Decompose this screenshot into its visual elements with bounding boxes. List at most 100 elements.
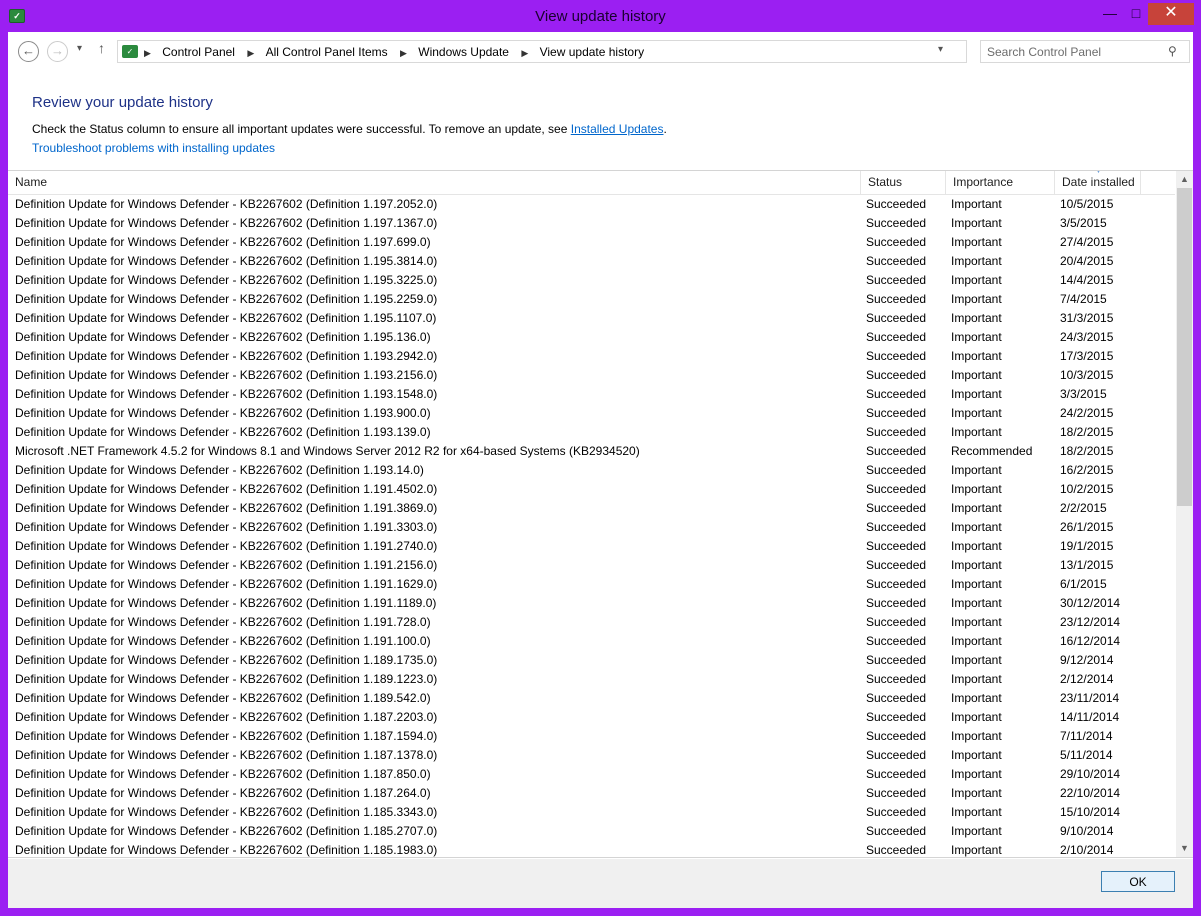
description-text: Check the Status column to ensure all im… xyxy=(32,122,571,136)
table-row[interactable]: Definition Update for Windows Defender -… xyxy=(8,594,1175,613)
table-row[interactable]: Definition Update for Windows Defender -… xyxy=(8,613,1175,632)
scroll-down-icon[interactable]: ▼ xyxy=(1176,840,1193,857)
cell-name: Definition Update for Windows Defender -… xyxy=(15,292,438,306)
cell-importance: Important xyxy=(951,577,1002,591)
table-row[interactable]: Definition Update for Windows Defender -… xyxy=(8,765,1175,784)
cell-date-installed: 14/11/2014 xyxy=(1060,710,1120,724)
cell-status: Succeeded xyxy=(866,710,927,724)
cell-importance: Important xyxy=(951,539,1002,553)
cell-date-installed: 7/11/2014 xyxy=(1060,729,1113,743)
cell-importance: Important xyxy=(951,482,1002,496)
cell-status: Succeeded xyxy=(866,596,927,610)
table-row[interactable]: Definition Update for Windows Defender -… xyxy=(8,366,1175,385)
cell-name: Definition Update for Windows Defender -… xyxy=(15,786,431,800)
table-row[interactable]: Definition Update for Windows Defender -… xyxy=(8,461,1175,480)
search-icon[interactable]: ⚲ xyxy=(1168,44,1177,58)
close-button[interactable]: ✕ xyxy=(1148,3,1194,25)
scroll-up-icon[interactable]: ▲ xyxy=(1176,171,1193,188)
table-row[interactable]: Definition Update for Windows Defender -… xyxy=(8,271,1175,290)
sort-descending-icon: ▼ xyxy=(1095,170,1102,175)
table-row[interactable]: Definition Update for Windows Defender -… xyxy=(8,404,1175,423)
control-panel-icon: ✓ xyxy=(122,45,138,58)
table-row[interactable]: Definition Update for Windows Defender -… xyxy=(8,347,1175,366)
cell-importance: Important xyxy=(951,368,1002,382)
table-row[interactable]: Definition Update for Windows Defender -… xyxy=(8,784,1175,803)
forward-button[interactable]: → xyxy=(47,41,68,62)
cell-date-installed: 18/2/2015 xyxy=(1060,444,1114,458)
up-button[interactable]: ↑ xyxy=(98,40,105,56)
column-header-status[interactable]: Status xyxy=(861,171,946,194)
table-row[interactable]: Definition Update for Windows Defender -… xyxy=(8,290,1175,309)
maximize-button[interactable]: □ xyxy=(1124,3,1148,25)
table-row[interactable]: Definition Update for Windows Defender -… xyxy=(8,556,1175,575)
chevron-right-icon[interactable]: ▶ xyxy=(144,45,151,61)
cell-status: Succeeded xyxy=(866,482,927,496)
table-row[interactable]: Definition Update for Windows Defender -… xyxy=(8,385,1175,404)
cell-importance: Important xyxy=(951,596,1002,610)
table-row[interactable]: Definition Update for Windows Defender -… xyxy=(8,423,1175,442)
cell-status: Succeeded xyxy=(866,577,927,591)
cell-date-installed: 3/5/2015 xyxy=(1060,216,1107,230)
breadcrumb-windows-update[interactable]: Windows Update xyxy=(418,44,509,60)
vertical-scrollbar[interactable]: ▲ ▼ xyxy=(1176,171,1193,857)
table-row[interactable]: Definition Update for Windows Defender -… xyxy=(8,689,1175,708)
table-row[interactable]: Definition Update for Windows Defender -… xyxy=(8,746,1175,765)
scroll-thumb[interactable] xyxy=(1177,188,1192,506)
table-row[interactable]: Definition Update for Windows Defender -… xyxy=(8,822,1175,841)
cell-importance: Important xyxy=(951,634,1002,648)
search-input[interactable] xyxy=(981,41,1161,62)
chevron-right-icon[interactable]: ▶ xyxy=(247,45,254,61)
table-row[interactable]: Definition Update for Windows Defender -… xyxy=(8,537,1175,556)
cell-status: Succeeded xyxy=(866,520,927,534)
search-box[interactable]: ⚲ xyxy=(980,40,1190,63)
minimize-button[interactable]: — xyxy=(1096,3,1124,25)
cell-status: Succeeded xyxy=(866,463,927,477)
table-row[interactable]: Definition Update for Windows Defender -… xyxy=(8,651,1175,670)
chevron-right-icon[interactable]: ▶ xyxy=(521,45,528,61)
cell-status: Succeeded xyxy=(866,672,927,686)
chevron-right-icon[interactable]: ▶ xyxy=(400,45,407,61)
back-button[interactable]: ← xyxy=(18,41,39,62)
table-row[interactable]: Definition Update for Windows Defender -… xyxy=(8,309,1175,328)
title-bar[interactable]: ✓ View update history — □ ✕ xyxy=(0,0,1201,32)
table-row[interactable]: Definition Update for Windows Defender -… xyxy=(8,632,1175,651)
recent-locations-icon[interactable]: ▾ xyxy=(77,43,82,54)
cell-importance: Important xyxy=(951,463,1002,477)
cell-date-installed: 2/12/2014 xyxy=(1060,672,1114,686)
cell-date-installed: 16/12/2014 xyxy=(1060,634,1121,648)
installed-updates-link[interactable]: Installed Updates xyxy=(571,122,664,136)
cell-importance: Important xyxy=(951,349,1002,363)
cell-importance: Important xyxy=(951,330,1002,344)
table-row[interactable]: Definition Update for Windows Defender -… xyxy=(8,518,1175,537)
cell-name: Definition Update for Windows Defender -… xyxy=(15,368,438,382)
address-bar[interactable]: ✓ ▶ Control Panel ▶ All Control Panel It… xyxy=(117,40,1069,63)
breadcrumb-all-items[interactable]: All Control Panel Items xyxy=(266,44,388,60)
breadcrumb-control-panel[interactable]: Control Panel xyxy=(162,44,235,60)
chevron-down-icon[interactable]: ▾ xyxy=(938,44,943,55)
cell-status: Succeeded xyxy=(866,843,927,857)
table-row[interactable]: Definition Update for Windows Defender -… xyxy=(8,214,1175,233)
cell-name: Definition Update for Windows Defender -… xyxy=(15,539,438,553)
cell-name: Definition Update for Windows Defender -… xyxy=(15,406,431,420)
troubleshoot-link[interactable]: Troubleshoot problems with installing up… xyxy=(32,141,275,155)
table-row[interactable]: Definition Update for Windows Defender -… xyxy=(8,803,1175,822)
table-row[interactable]: Definition Update for Windows Defender -… xyxy=(8,499,1175,518)
window-content: ← → ▾ ↑ ✓ ▶ Control Panel ▶ All Control … xyxy=(8,32,1193,908)
column-header-name[interactable]: Name xyxy=(8,171,861,194)
table-row[interactable]: Definition Update for Windows Defender -… xyxy=(8,328,1175,347)
ok-button[interactable]: OK xyxy=(1101,871,1175,892)
table-row[interactable]: Definition Update for Windows Defender -… xyxy=(8,252,1175,271)
table-row[interactable]: Definition Update for Windows Defender -… xyxy=(8,575,1175,594)
table-row[interactable]: Definition Update for Windows Defender -… xyxy=(8,670,1175,689)
table-row[interactable]: Definition Update for Windows Defender -… xyxy=(8,195,1175,214)
table-row[interactable]: Definition Update for Windows Defender -… xyxy=(8,233,1175,252)
breadcrumb-view-update-history[interactable]: View update history xyxy=(540,44,645,60)
cell-date-installed: 18/2/2015 xyxy=(1060,425,1114,439)
table-row[interactable]: Definition Update for Windows Defender -… xyxy=(8,841,1175,857)
table-row[interactable]: Definition Update for Windows Defender -… xyxy=(8,480,1175,499)
table-row[interactable]: Definition Update for Windows Defender -… xyxy=(8,727,1175,746)
table-row[interactable]: Microsoft .NET Framework 4.5.2 for Windo… xyxy=(8,442,1175,461)
cell-status: Succeeded xyxy=(866,824,927,838)
table-row[interactable]: Definition Update for Windows Defender -… xyxy=(8,708,1175,727)
column-header-importance[interactable]: Importance xyxy=(946,171,1055,194)
